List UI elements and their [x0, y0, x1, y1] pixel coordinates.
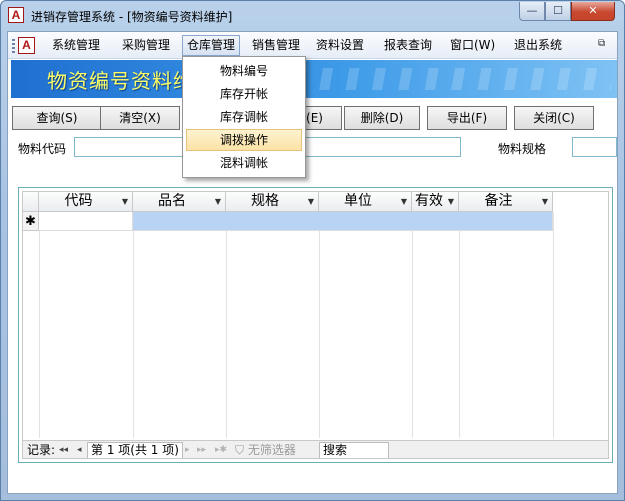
export-button[interactable]: 导出(F): [427, 106, 507, 130]
menu-purchase[interactable]: 采购管理: [118, 35, 174, 56]
grid-body: [23, 212, 608, 438]
grid-search-input[interactable]: 搜索: [319, 442, 389, 458]
menu-item-mixed-adjust[interactable]: 混料调帐: [186, 152, 302, 174]
warehouse-dropdown-menu: 物料编号 库存开帐 库存调帐 调拨操作 混料调帐: [182, 56, 306, 178]
next-record-icon[interactable]: ▸: [185, 441, 190, 458]
material-spec-input[interactable]: [572, 137, 617, 157]
menu-bar: A 系统管理 采购管理 仓库管理 销售管理 资料设置 报表查询 窗口(W) 退出…: [8, 32, 617, 59]
access-app-icon[interactable]: A: [8, 7, 24, 23]
material-code-label: 物料代码: [18, 142, 67, 156]
menu-data-settings[interactable]: 资料设置: [312, 35, 368, 56]
access-menu-icon[interactable]: A: [18, 37, 35, 54]
material-spec-label: 物料规格: [498, 142, 547, 156]
material-grid: 代码 ▼ 品名 ▼ 规格 ▼ 单位 ▼ 有效 ▼ 备注 ▼ ✱ 记录: ◂◂ ◂ 第 1 项…: [22, 191, 609, 459]
menu-exit[interactable]: 退出系统: [510, 35, 566, 56]
first-record-icon[interactable]: ◂◂: [59, 441, 68, 458]
menu-item-transfer[interactable]: 调拨操作: [186, 129, 302, 151]
filter-status[interactable]: ⛉ 无筛选器: [235, 441, 296, 458]
close-window-button[interactable]: ✕: [571, 2, 615, 21]
menu-item-stock-adjust[interactable]: 库存调帐: [186, 106, 302, 128]
title-bar[interactable]: A 进销存管理系统 - [物资编号资料维护] — ☐ ✕: [1, 1, 624, 31]
app-window: A 进销存管理系统 - [物资编号资料维护] — ☐ ✕ A 系统管理 采购管理…: [0, 0, 625, 501]
new-row-code-cell[interactable]: [39, 212, 133, 231]
query-button[interactable]: 查询(S): [12, 106, 102, 130]
record-position-field[interactable]: 第 1 项(共 1 项): [87, 442, 183, 458]
column-header-name[interactable]: 品名 ▼: [133, 192, 226, 212]
column-header-remark[interactable]: 备注 ▼: [459, 192, 553, 212]
menu-warehouse[interactable]: 仓库管理: [182, 35, 241, 56]
filter-label: 无筛选器: [247, 443, 296, 457]
document-area: A 系统管理 采购管理 仓库管理 销售管理 资料设置 报表查询 窗口(W) 退出…: [7, 31, 618, 494]
previous-record-icon[interactable]: ◂: [77, 441, 82, 458]
record-navigator: 记录: ◂◂ ◂ 第 1 项(共 1 项) ▸ ▸▸ ▸✱ ⛉ 无筛选器 搜索: [23, 440, 608, 458]
form-banner: 物资编号资料维护: [11, 60, 617, 98]
new-record-marker[interactable]: ✱: [23, 212, 39, 231]
column-header-code[interactable]: 代码 ▼: [39, 192, 133, 212]
menu-sales[interactable]: 销售管理: [248, 35, 304, 56]
menu-item-material-number[interactable]: 物料编号: [186, 60, 302, 82]
menu-reports[interactable]: 报表查询: [380, 35, 436, 56]
menu-grip-handle[interactable]: [12, 39, 15, 53]
record-label: 记录:: [27, 443, 56, 457]
window-title: 进销存管理系统 - [物资编号资料维护]: [31, 10, 233, 24]
column-header-valid[interactable]: 有效 ▼: [412, 192, 459, 212]
minimize-button[interactable]: —: [519, 2, 545, 21]
menu-item-stock-opening[interactable]: 库存开帐: [186, 83, 302, 105]
grid-frame: 代码 ▼ 品名 ▼ 规格 ▼ 单位 ▼ 有效 ▼ 备注 ▼ ✱ 记录: ◂◂ ◂ 第 1 项…: [18, 187, 613, 463]
maximize-button[interactable]: ☐: [545, 2, 571, 21]
column-header-spec[interactable]: 规格 ▼: [226, 192, 319, 212]
select-all-corner[interactable]: [23, 192, 39, 212]
clear-button[interactable]: 清空(X): [100, 106, 180, 130]
new-row-selected-cells[interactable]: [133, 212, 553, 231]
funnel-icon: ⛉: [235, 443, 248, 457]
close-form-button[interactable]: 关闭(C): [514, 106, 594, 130]
last-record-icon[interactable]: ▸▸: [197, 441, 206, 458]
new-record-icon[interactable]: ▸✱: [215, 441, 227, 458]
delete-button[interactable]: 删除(D): [344, 106, 420, 130]
menu-window[interactable]: 窗口(W): [446, 35, 499, 56]
column-header-unit[interactable]: 单位 ▼: [319, 192, 412, 212]
restore-window-icon[interactable]: ⧉: [598, 38, 605, 49]
menu-system[interactable]: 系统管理: [48, 35, 104, 56]
